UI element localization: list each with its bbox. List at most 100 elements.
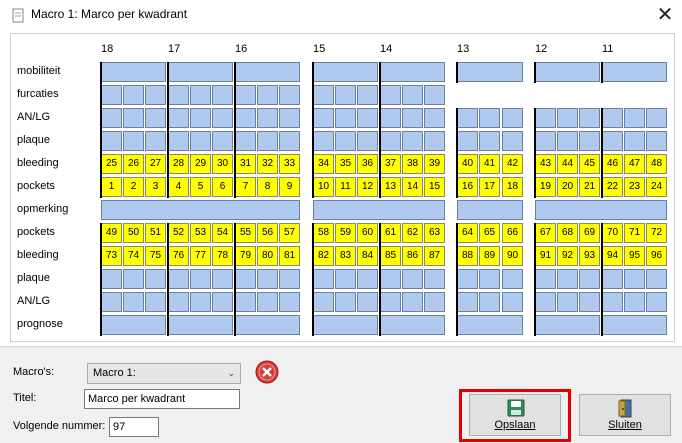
chart-cell[interactable] [123,292,144,312]
chart-cell[interactable] [101,62,166,82]
chart-cell[interactable] [424,108,445,128]
chart-cell[interactable] [190,131,211,151]
numbered-cell[interactable]: 24 [646,177,667,197]
chart-cell[interactable] [479,131,500,151]
chart-cell[interactable] [535,315,600,335]
chart-cell[interactable] [502,269,523,289]
chart-cell[interactable] [502,108,523,128]
chart-cell[interactable] [535,292,556,312]
chart-cell[interactable] [335,269,356,289]
chart-cell[interactable] [402,269,423,289]
numbered-cell[interactable]: 85 [380,246,401,266]
chart-cell[interactable] [479,269,500,289]
numbered-cell[interactable]: 12 [357,177,378,197]
chart-cell[interactable] [646,131,667,151]
chart-cell[interactable] [602,108,623,128]
numbered-cell[interactable]: 81 [279,246,300,266]
chart-cell[interactable] [235,131,256,151]
numbered-cell[interactable]: 29 [190,154,211,174]
chart-cell[interactable] [145,131,166,151]
chart-cell[interactable] [646,292,667,312]
chart-cell[interactable] [101,108,122,128]
chart-cell[interactable] [357,292,378,312]
numbered-cell[interactable]: 87 [424,246,445,266]
chart-cell[interactable] [335,292,356,312]
chart-cell[interactable] [602,315,667,335]
chart-cell[interactable] [212,292,233,312]
numbered-cell[interactable]: 78 [212,246,233,266]
chart-cell[interactable] [402,85,423,105]
numbered-cell[interactable]: 62 [402,223,423,243]
numbered-cell[interactable]: 37 [380,154,401,174]
numbered-cell[interactable]: 19 [535,177,556,197]
numbered-cell[interactable]: 33 [279,154,300,174]
chart-cell[interactable] [457,315,523,335]
numbered-cell[interactable]: 26 [123,154,144,174]
numbered-cell[interactable]: 59 [335,223,356,243]
numbered-cell[interactable]: 76 [168,246,189,266]
chart-cell[interactable] [624,269,645,289]
numbered-cell[interactable]: 89 [479,246,500,266]
numbered-cell[interactable]: 23 [624,177,645,197]
numbered-cell[interactable]: 18 [502,177,523,197]
close-button[interactable]: Sluiten [579,394,671,436]
chart-cell[interactable] [279,108,300,128]
numbered-cell[interactable]: 45 [579,154,600,174]
chart-cell[interactable] [535,269,556,289]
chart-cell[interactable] [380,131,401,151]
close-window-button[interactable]: ✕ [650,2,680,28]
chart-cell[interactable] [145,108,166,128]
numbered-cell[interactable]: 31 [235,154,256,174]
chart-cell[interactable] [380,269,401,289]
numbered-cell[interactable]: 9 [279,177,300,197]
numbered-cell[interactable]: 17 [479,177,500,197]
numbered-cell[interactable]: 21 [579,177,600,197]
chart-cell[interactable] [168,269,189,289]
numbered-cell[interactable]: 39 [424,154,445,174]
chart-cell[interactable] [357,269,378,289]
chart-cell[interactable] [257,131,278,151]
numbered-cell[interactable]: 61 [380,223,401,243]
numbered-cell[interactable]: 72 [646,223,667,243]
chart-cell[interactable] [101,315,166,335]
title-input[interactable]: Marco per kwadrant [84,389,240,409]
chart-cell[interactable] [602,269,623,289]
chart-cell[interactable] [479,292,500,312]
numbered-cell[interactable]: 65 [479,223,500,243]
chart-cell[interactable] [235,108,256,128]
chart-cell[interactable] [101,292,122,312]
chart-cell[interactable] [168,108,189,128]
numbered-cell[interactable]: 1 [101,177,122,197]
chart-cell[interactable] [624,131,645,151]
chart-cell[interactable] [313,269,334,289]
numbered-cell[interactable]: 28 [168,154,189,174]
numbered-cell[interactable]: 32 [257,154,278,174]
numbered-cell[interactable]: 25 [101,154,122,174]
numbered-cell[interactable]: 11 [335,177,356,197]
chart-cell[interactable] [313,292,334,312]
chart-cell[interactable] [335,108,356,128]
chart-cell[interactable] [235,292,256,312]
numbered-cell[interactable]: 41 [479,154,500,174]
numbered-cell[interactable]: 16 [457,177,478,197]
numbered-cell[interactable]: 47 [624,154,645,174]
chart-cell[interactable] [235,269,256,289]
chart-cell[interactable] [313,108,334,128]
chart-cell[interactable] [168,85,189,105]
chart-cell[interactable] [145,85,166,105]
chart-cell[interactable] [557,292,578,312]
chart-cell[interactable] [145,269,166,289]
chart-cell[interactable] [168,62,233,82]
chart-cell[interactable] [190,292,211,312]
chart-cell[interactable] [424,131,445,151]
chart-cell[interactable] [380,108,401,128]
chart-cell[interactable] [168,131,189,151]
numbered-cell[interactable]: 14 [402,177,423,197]
chart-cell[interactable] [357,85,378,105]
chart-cell[interactable] [380,85,401,105]
numbered-cell[interactable]: 84 [357,246,378,266]
chart-cell[interactable] [279,292,300,312]
numbered-cell[interactable]: 20 [557,177,578,197]
chart-cell[interactable] [235,315,300,335]
numbered-cell[interactable]: 49 [101,223,122,243]
